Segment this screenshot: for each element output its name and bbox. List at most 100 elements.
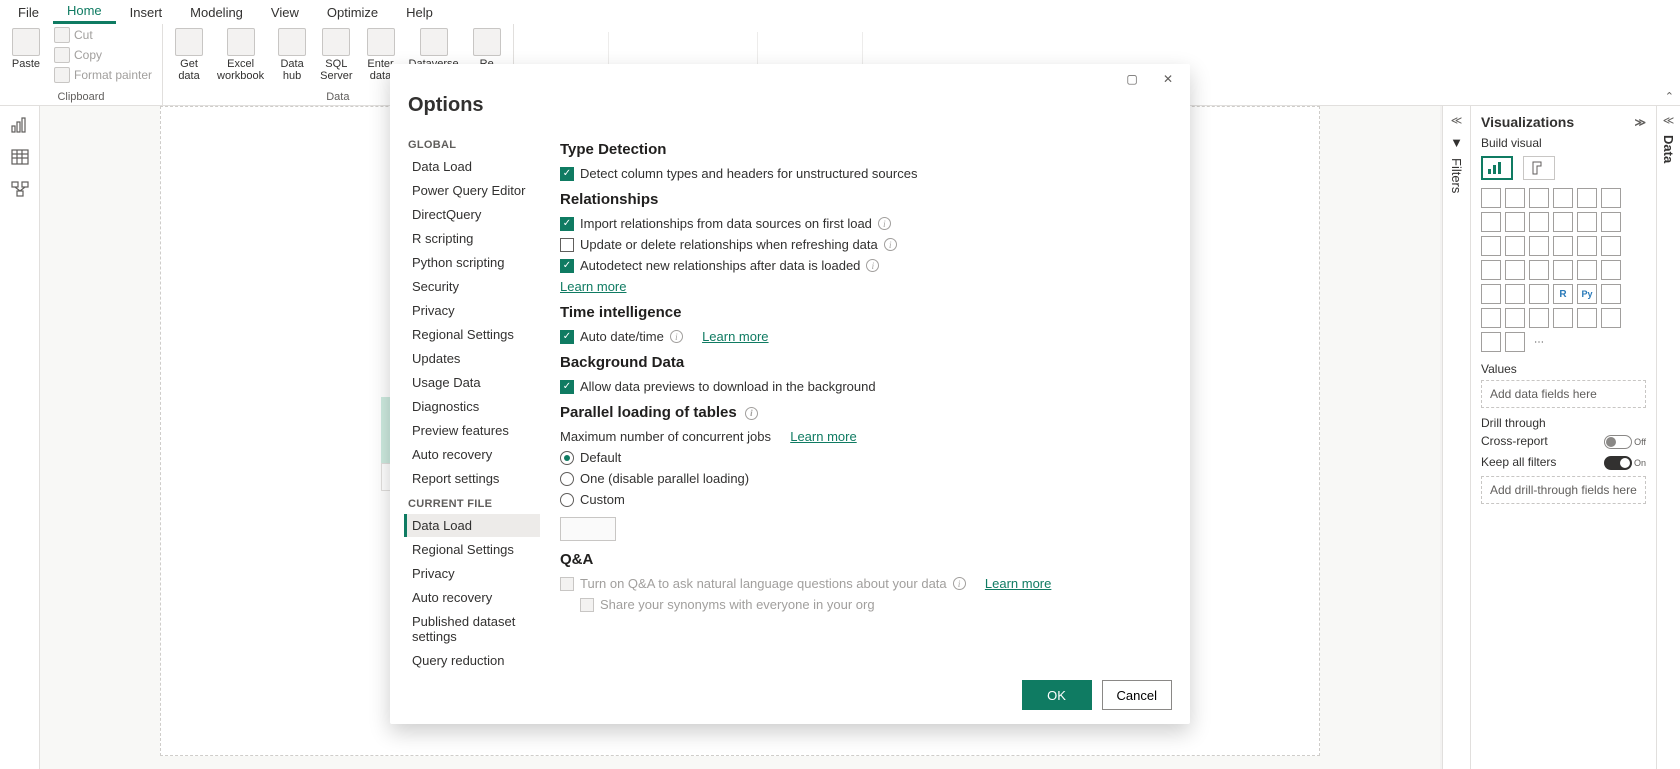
viz-more[interactable]: ⋯ — [1529, 332, 1549, 352]
nav-current-privacy[interactable]: Privacy — [404, 562, 540, 585]
viz-matrix[interactable] — [1529, 284, 1549, 304]
nav-global-pqe[interactable]: Power Query Editor — [404, 179, 540, 202]
chk-autodetect-rel[interactable] — [560, 259, 574, 273]
info-update-rel[interactable] — [884, 238, 897, 251]
data-pane-collapsed[interactable]: ≪ Data — [1656, 106, 1680, 769]
viz-card[interactable] — [1553, 260, 1573, 280]
nav-global-data-load[interactable]: Data Load — [404, 155, 540, 178]
viz-treemap[interactable] — [1577, 236, 1597, 256]
data-view-icon[interactable] — [10, 148, 30, 166]
link-time-learn-more[interactable]: Learn more — [702, 329, 768, 344]
input-custom-jobs[interactable] — [560, 517, 616, 541]
menu-optimize[interactable]: Optimize — [313, 2, 392, 23]
menu-view[interactable]: View — [257, 2, 313, 23]
viz-waterfall[interactable] — [1601, 212, 1621, 232]
chk-detect-types[interactable] — [560, 167, 574, 181]
info-parallel[interactable] — [745, 407, 758, 420]
nav-current-auto-recovery[interactable]: Auto recovery — [404, 586, 540, 609]
data-hub-button[interactable]: Data hub — [272, 26, 312, 84]
chk-import-rel[interactable] — [560, 217, 574, 231]
expand-data-icon[interactable]: ≪ — [1663, 114, 1675, 127]
viz-ribbon[interactable] — [1577, 212, 1597, 232]
viz-line[interactable] — [1481, 212, 1501, 232]
viz-custom[interactable] — [1505, 332, 1525, 352]
viz-kpi[interactable] — [1601, 260, 1621, 280]
info-qa[interactable] — [953, 577, 966, 590]
viz-table[interactable] — [1505, 284, 1525, 304]
menu-home[interactable]: Home — [53, 0, 116, 24]
viz-donut[interactable] — [1553, 236, 1573, 256]
sql-server-button[interactable]: SQL Server — [316, 26, 356, 84]
viz-clustered-bar[interactable] — [1505, 188, 1525, 208]
viz-funnel[interactable] — [1481, 236, 1501, 256]
expand-filters-icon[interactable]: ≪ — [1451, 114, 1463, 127]
format-visual-mode[interactable] — [1523, 156, 1555, 180]
nav-current-published-dataset[interactable]: Published dataset settings — [404, 610, 540, 648]
model-view-icon[interactable] — [10, 180, 30, 198]
nav-global-preview[interactable]: Preview features — [404, 419, 540, 442]
dialog-maximize-button[interactable]: ▢ — [1116, 68, 1148, 90]
viz-gauge[interactable] — [1529, 260, 1549, 280]
nav-current-regional[interactable]: Regional Settings — [404, 538, 540, 561]
info-autodetect-rel[interactable] — [866, 259, 879, 272]
get-data-button[interactable]: Get data — [169, 26, 209, 84]
nav-current-data-load[interactable]: Data Load — [404, 514, 540, 537]
ok-button[interactable]: OK — [1022, 680, 1092, 710]
viz-map[interactable] — [1601, 236, 1621, 256]
drill-fields-drop[interactable]: Add drill-through fields here — [1481, 476, 1646, 504]
viz-pie[interactable] — [1529, 236, 1549, 256]
build-visual-mode[interactable] — [1481, 156, 1513, 180]
radio-default[interactable] — [560, 451, 574, 465]
nav-global-security[interactable]: Security — [404, 275, 540, 298]
viz-power-automate[interactable] — [1481, 332, 1501, 352]
chk-auto-datetime[interactable] — [560, 330, 574, 344]
nav-global-usage[interactable]: Usage Data — [404, 371, 540, 394]
viz-r[interactable]: R — [1553, 284, 1573, 304]
viz-qa[interactable] — [1505, 308, 1525, 328]
viz-stacked-bar[interactable] — [1481, 188, 1501, 208]
viz-area[interactable] — [1505, 212, 1525, 232]
keep-filters-toggle[interactable] — [1604, 456, 1632, 470]
viz-stacked-area[interactable] — [1529, 212, 1549, 232]
radio-one[interactable] — [560, 472, 574, 486]
nav-global-privacy[interactable]: Privacy — [404, 299, 540, 322]
viz-multi-card[interactable] — [1577, 260, 1597, 280]
collapse-viz-icon[interactable]: ≫ — [1634, 116, 1646, 129]
menu-help[interactable]: Help — [392, 2, 447, 23]
nav-current-query-reduction[interactable]: Query reduction — [404, 649, 540, 670]
nav-global-r[interactable]: R scripting — [404, 227, 540, 250]
excel-workbook-button[interactable]: Excel workbook — [213, 26, 268, 84]
menu-modeling[interactable]: Modeling — [176, 2, 257, 23]
report-view-icon[interactable] — [10, 116, 30, 134]
viz-goals[interactable] — [1553, 308, 1573, 328]
values-drop[interactable]: Add data fields here — [1481, 380, 1646, 408]
copy-button[interactable]: Copy — [50, 46, 156, 64]
nav-global-updates[interactable]: Updates — [404, 347, 540, 370]
chk-bg-preview[interactable] — [560, 380, 574, 394]
viz-decomposition[interactable] — [1481, 308, 1501, 328]
link-rel-learn-more[interactable]: Learn more — [560, 279, 626, 294]
viz-scatter[interactable] — [1505, 236, 1525, 256]
viz-paginated[interactable] — [1577, 308, 1597, 328]
info-auto-datetime[interactable] — [670, 330, 683, 343]
chk-update-rel[interactable] — [560, 238, 574, 252]
viz-100-bar[interactable] — [1577, 188, 1597, 208]
radio-custom[interactable] — [560, 493, 574, 507]
nav-global-report-settings[interactable]: Report settings — [404, 467, 540, 490]
menu-file[interactable]: File — [4, 2, 53, 23]
collapse-ribbon-icon[interactable]: ⌃ — [1665, 90, 1674, 103]
info-import-rel[interactable] — [878, 217, 891, 230]
paste-button[interactable]: Paste — [6, 26, 46, 72]
viz-key-influencers[interactable] — [1601, 284, 1621, 304]
nav-global-directquery[interactable]: DirectQuery — [404, 203, 540, 226]
viz-line-column[interactable] — [1553, 212, 1573, 232]
viz-filled-map[interactable] — [1481, 260, 1501, 280]
viz-100-column[interactable] — [1601, 188, 1621, 208]
dialog-close-button[interactable]: ✕ — [1152, 68, 1184, 90]
link-parallel-learn-more[interactable]: Learn more — [790, 429, 856, 444]
cancel-button[interactable]: Cancel — [1102, 680, 1172, 710]
format-painter-button[interactable]: Format painter — [50, 66, 156, 84]
nav-global-python[interactable]: Python scripting — [404, 251, 540, 274]
menu-insert[interactable]: Insert — [116, 2, 177, 23]
cut-button[interactable]: Cut — [50, 26, 156, 44]
